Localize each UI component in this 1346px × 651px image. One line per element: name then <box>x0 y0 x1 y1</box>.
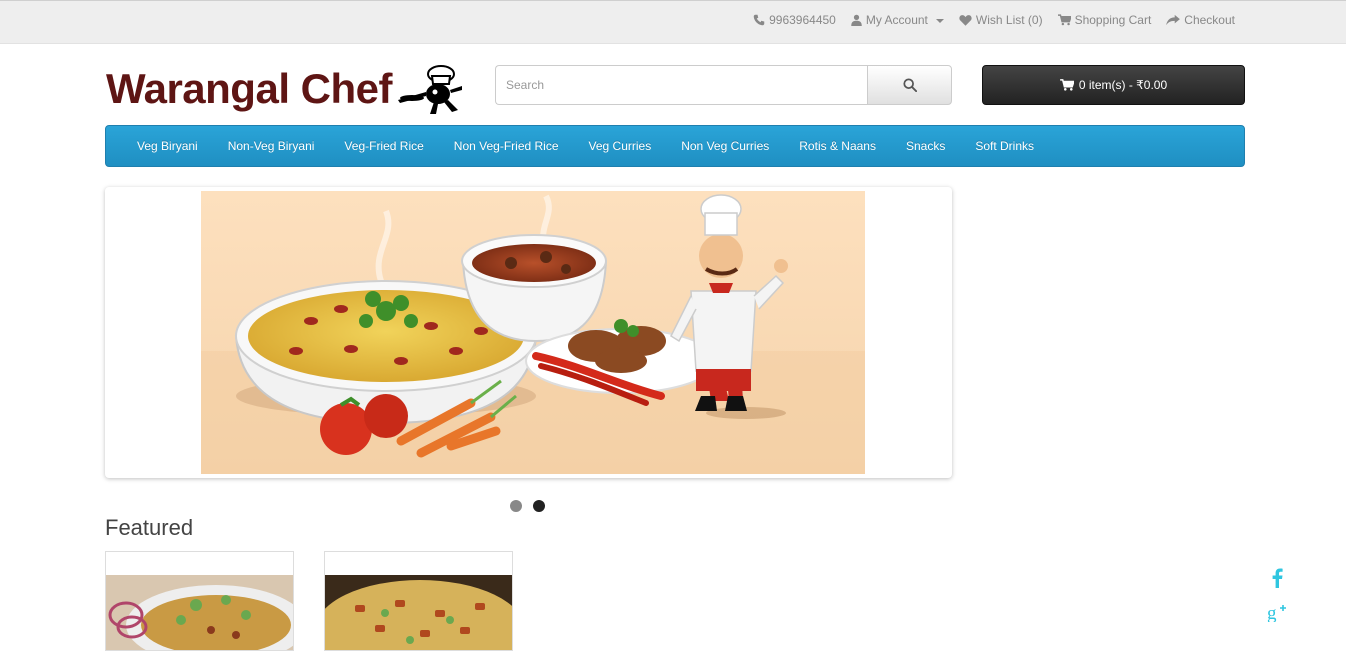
search-button[interactable] <box>867 65 952 105</box>
slide-image[interactable] <box>201 191 865 474</box>
cart-icon <box>1057 14 1071 26</box>
svg-text:g: g <box>1267 603 1277 622</box>
product-image[interactable] <box>106 575 294 651</box>
social-links: g <box>1267 568 1287 622</box>
slide-dot-2[interactable] <box>533 500 545 512</box>
share-icon <box>1166 14 1181 26</box>
menu-item-non-veg-biryani[interactable]: Non-Veg Biryani <box>213 139 330 153</box>
main-menu: Veg Biryani Non-Veg Biryani Veg-Fried Ri… <box>105 125 1245 167</box>
checkout-label: Checkout <box>1184 13 1235 27</box>
search-input[interactable] <box>495 65 867 105</box>
phone-link[interactable]: 9963964450 <box>753 13 836 27</box>
product-card[interactable] <box>324 551 513 651</box>
cart-total: 0 item(s) - ₹0.00 <box>1078 78 1168 92</box>
shopping-cart-label: Shopping Cart <box>1074 13 1152 27</box>
google-plus-icon[interactable]: g <box>1267 602 1287 622</box>
cart-icon <box>1059 79 1074 91</box>
site-logo[interactable]: Warangal Chef <box>106 62 468 116</box>
menu-item-veg-curries[interactable]: Veg Curries <box>574 139 667 153</box>
logo-text: Warangal Chef <box>106 65 392 112</box>
my-account-label: My Account <box>865 13 928 27</box>
heart-icon <box>959 15 972 26</box>
user-icon <box>851 14 862 26</box>
wish-list-link[interactable]: Wish List (0) <box>959 13 1043 27</box>
wish-list-label: Wish List (0) <box>975 13 1043 27</box>
top-bar: 9963964450 My Account Wish List (0) Shop… <box>0 0 1346 44</box>
menu-item-soft-drinks[interactable]: Soft Drinks <box>960 139 1049 153</box>
product-image[interactable] <box>325 575 513 651</box>
product-card[interactable] <box>105 551 294 651</box>
shopping-cart-link[interactable]: Shopping Cart <box>1057 13 1152 27</box>
menu-item-rotis-naans[interactable]: Rotis & Naans <box>784 139 891 153</box>
menu-item-non-veg-curries[interactable]: Non Veg Curries <box>666 139 784 153</box>
cart-button[interactable]: 0 item(s) - ₹0.00 <box>982 65 1245 105</box>
menu-item-veg-biryani[interactable]: Veg Biryani <box>122 139 213 153</box>
facebook-icon[interactable] <box>1271 568 1283 588</box>
checkout-link[interactable]: Checkout <box>1166 13 1235 27</box>
slideshow-pagination <box>510 500 545 512</box>
menu-item-veg-fried-rice[interactable]: Veg-Fried Rice <box>329 139 438 153</box>
phone-number: 9963964450 <box>769 13 836 27</box>
search-icon <box>902 78 917 92</box>
phone-icon <box>753 14 765 26</box>
food-banner-image <box>201 194 865 474</box>
slide-dot-1[interactable] <box>510 500 522 512</box>
menu-item-snacks[interactable]: Snacks <box>891 139 960 153</box>
chef-logo-icon <box>397 65 462 114</box>
top-links: 9963964450 My Account Wish List (0) Shop… <box>753 13 1235 27</box>
menu-item-non-veg-fried-rice[interactable]: Non Veg-Fried Rice <box>439 139 574 153</box>
my-account-dropdown[interactable]: My Account <box>851 13 944 27</box>
featured-heading: Featured <box>105 515 194 540</box>
slideshow[interactable] <box>105 187 952 478</box>
search-bar <box>495 65 952 105</box>
chevron-down-icon <box>935 19 944 23</box>
